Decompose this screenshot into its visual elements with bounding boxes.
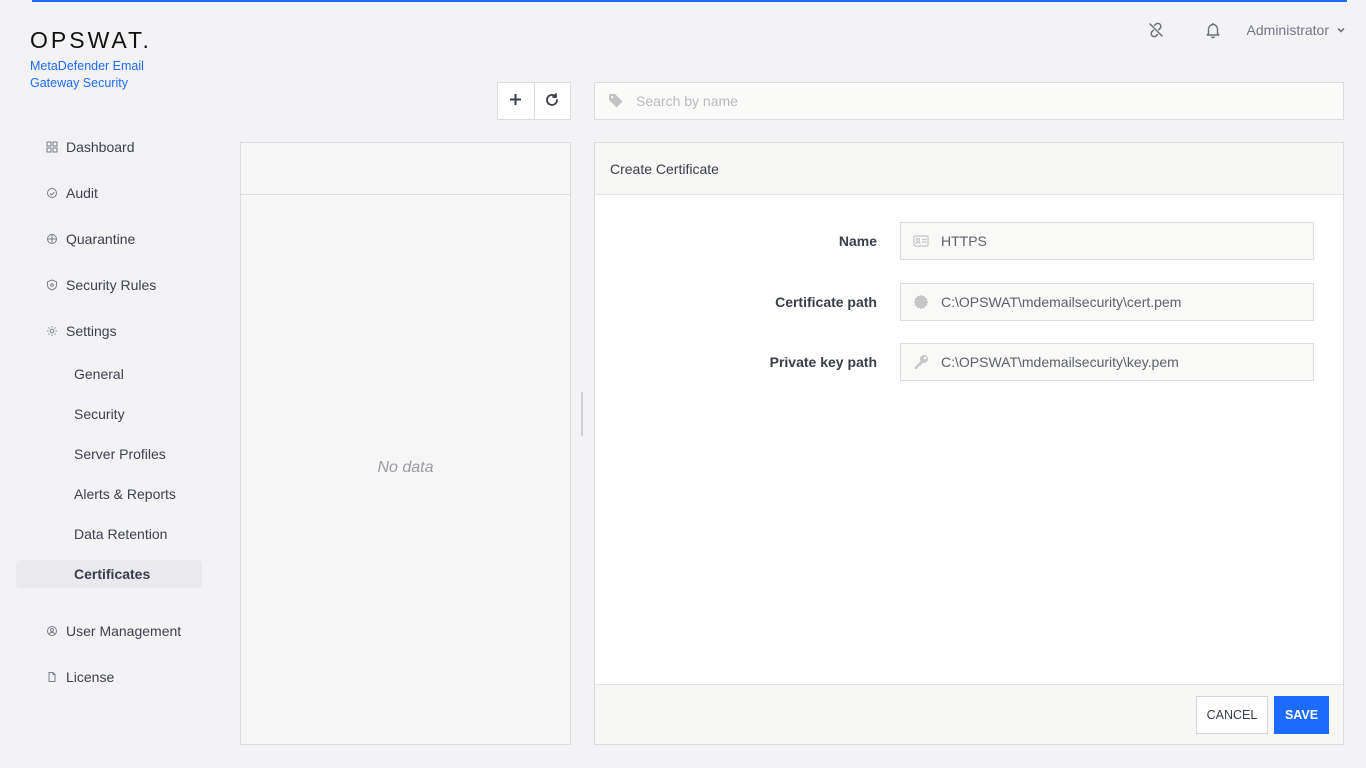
id-card-icon (913, 233, 929, 249)
tag-icon (608, 93, 624, 109)
sidebar-item-label: Dashboard (66, 139, 135, 155)
panel-resize-handle[interactable] (581, 392, 583, 436)
opswat-logo[interactable]: OPSWAT. (30, 28, 170, 52)
user-menu[interactable]: Administrator (1247, 22, 1346, 38)
sidebar-item-label: Security Rules (66, 277, 157, 293)
create-certificate-panel: Create Certificate Name Certificate path… (594, 142, 1344, 745)
certificate-path-row: Certificate path (595, 283, 1343, 321)
audit-icon (46, 187, 58, 199)
shield-icon (46, 279, 58, 291)
certificate-icon (913, 294, 929, 310)
private-key-path-field (900, 343, 1314, 381)
empty-state-text: No data (377, 459, 434, 476)
topbar: Administrator (1144, 18, 1346, 42)
sidebar-item-settings[interactable]: Settings (16, 308, 202, 354)
sidebar: Dashboard Audit Quarantine Security Rule… (16, 124, 202, 700)
refresh-icon (545, 92, 559, 110)
name-field (900, 222, 1314, 260)
name-row: Name (595, 222, 1343, 260)
dashboard-icon (46, 141, 58, 153)
sidebar-item-label: License (66, 669, 115, 685)
search-input[interactable] (636, 93, 1236, 109)
sidebar-item-label: Quarantine (66, 231, 136, 247)
sidebar-subitem-general[interactable]: General (16, 360, 202, 388)
license-icon (46, 671, 58, 683)
brand: OPSWAT. MetaDefender Email Gateway Secur… (30, 28, 170, 92)
plus-icon (509, 93, 522, 109)
sidebar-subitem-certificates[interactable]: Certificates (16, 560, 202, 588)
sidebar-item-label: Settings (66, 323, 117, 339)
search-bar (594, 82, 1344, 120)
form-footer: CANCEL SAVE (595, 684, 1343, 744)
top-accent-line (32, 0, 1347, 2)
sidebar-item-quarantine[interactable]: Quarantine (16, 216, 202, 262)
user-management-icon (46, 625, 58, 637)
quarantine-icon (46, 233, 58, 245)
user-name: Administrator (1246, 22, 1329, 38)
name-input[interactable] (941, 233, 1311, 249)
bell-icon[interactable] (1201, 18, 1225, 42)
certificate-path-field (900, 283, 1314, 321)
private-key-path-row: Private key path (595, 343, 1343, 381)
product-name: MetaDefender Email Gateway Security (30, 59, 144, 90)
private-key-path-label: Private key path (769, 354, 877, 370)
key-icon (913, 354, 929, 370)
private-key-path-input[interactable] (941, 354, 1311, 370)
sidebar-subitem-data-retention[interactable]: Data Retention (16, 520, 202, 548)
chevron-down-icon (1336, 25, 1346, 35)
sidebar-subitem-security[interactable]: Security (16, 400, 202, 428)
certificate-list-panel: No data (240, 142, 571, 745)
sidebar-item-license[interactable]: License (16, 654, 202, 700)
unlink-icon[interactable] (1144, 18, 1168, 42)
refresh-button[interactable] (533, 83, 571, 119)
sidebar-item-security-rules[interactable]: Security Rules (16, 262, 202, 308)
sidebar-item-dashboard[interactable]: Dashboard (16, 124, 202, 170)
sidebar-item-label: Audit (66, 185, 98, 201)
add-button[interactable] (498, 83, 534, 119)
gear-icon (46, 325, 58, 337)
cancel-button[interactable]: CANCEL (1196, 696, 1268, 734)
sidebar-subitem-alerts-reports[interactable]: Alerts & Reports (16, 480, 202, 508)
save-button[interactable]: SAVE (1274, 696, 1329, 734)
sidebar-item-audit[interactable]: Audit (16, 170, 202, 216)
sidebar-subitem-server-profiles[interactable]: Server Profiles (16, 440, 202, 468)
name-label: Name (838, 233, 877, 249)
sidebar-item-user-management[interactable]: User Management (16, 608, 202, 654)
form-title: Create Certificate (595, 143, 1343, 195)
certificate-path-label: Certificate path (775, 294, 877, 310)
sidebar-item-label: User Management (66, 623, 182, 639)
certificate-path-input[interactable] (941, 294, 1311, 310)
list-header (241, 143, 570, 195)
list-toolbar (497, 82, 571, 120)
